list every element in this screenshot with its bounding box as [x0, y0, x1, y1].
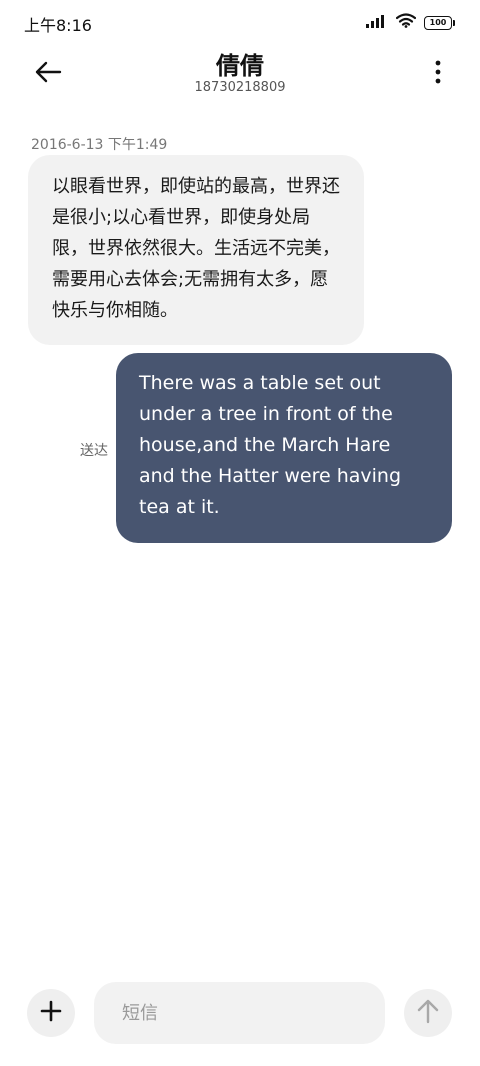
contact-name: 倩倩 — [216, 52, 264, 80]
add-attachment-button[interactable] — [27, 989, 75, 1037]
outgoing-message-text: There was a table set out under a tree i… — [139, 372, 402, 518]
status-time: 上午8:16 — [24, 16, 92, 35]
more-vertical-icon — [435, 60, 441, 88]
delivery-status: 送达 — [80, 443, 108, 459]
incoming-message-bubble[interactable]: 以眼看世界，即使站的最高，世界还是很小;以心看世界，即使身处局限，世界依然很大。… — [28, 155, 364, 345]
status-bar: 上午8:16 100 — [0, 0, 480, 46]
message-timestamp: 2016-6-13 下午1:49 — [31, 137, 168, 153]
message-input[interactable] — [94, 982, 385, 1044]
more-options-button[interactable] — [426, 56, 450, 92]
battery-icon: 100 — [424, 15, 455, 30]
incoming-message-text: 以眼看世界，即使站的最高，世界还是很小;以心看世界，即使身处局限，世界依然很大。… — [52, 176, 340, 321]
plus-icon — [40, 1000, 62, 1026]
send-arrow-icon — [417, 998, 439, 1028]
status-icons: 100 — [366, 13, 455, 32]
contact-number: 18730218809 — [194, 80, 286, 95]
send-button[interactable] — [404, 989, 452, 1037]
signal-icon — [366, 13, 388, 32]
wifi-icon — [395, 13, 417, 32]
conversation-header: 倩倩 18730218809 — [0, 46, 480, 102]
outgoing-message-bubble[interactable]: There was a table set out under a tree i… — [116, 353, 452, 543]
